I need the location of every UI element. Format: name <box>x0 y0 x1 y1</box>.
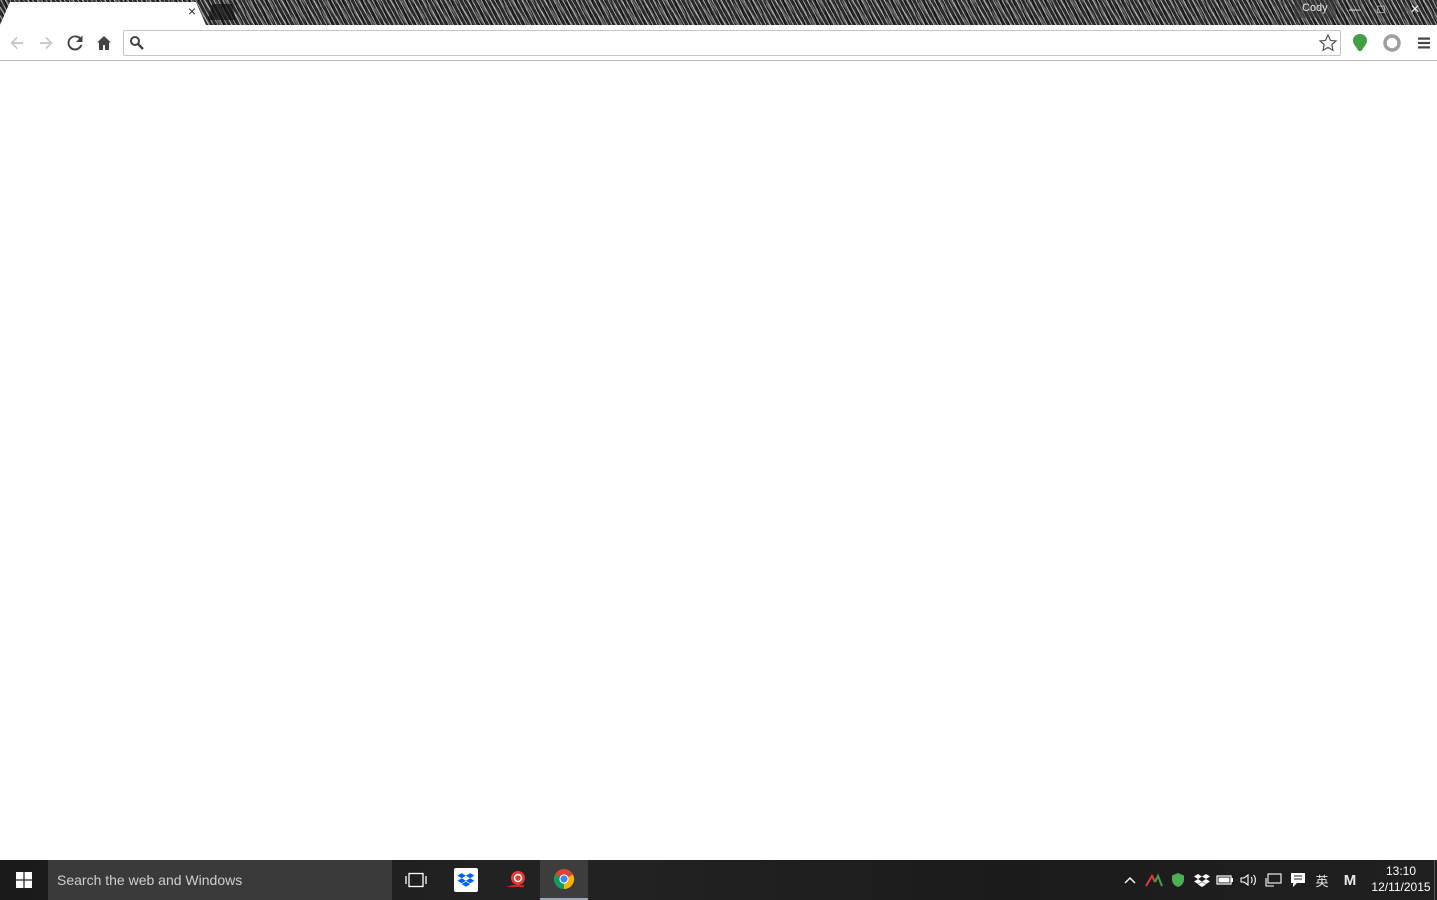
start-button[interactable] <box>0 860 48 900</box>
back-button[interactable] <box>5 31 29 55</box>
clock-time: 13:10 <box>1385 864 1417 878</box>
omnibox-input[interactable] <box>152 33 1312 53</box>
stock-chart-icon <box>1145 873 1163 887</box>
evernote-extension-icon <box>1353 34 1367 51</box>
close-window-button[interactable]: ✕ <box>1400 0 1430 18</box>
windows-taskbar: Search the web and Windows 英 M 13:10 12/… <box>0 860 1437 900</box>
action-center-button[interactable] <box>1288 870 1308 890</box>
forward-arrow-icon <box>40 36 53 50</box>
task-view-icon <box>405 872 427 888</box>
home-button[interactable] <box>92 31 116 55</box>
windows-logo-icon <box>16 872 32 888</box>
browser-titlebar: × Cody — □ ✕ <box>0 0 1437 25</box>
evernote-extension-button[interactable] <box>1348 31 1372 55</box>
browser-toolbar <box>0 25 1437 61</box>
input-method-button[interactable]: 英 <box>1312 870 1332 890</box>
tray-stock-app-button[interactable] <box>1144 870 1164 890</box>
chevron-up-icon <box>1124 877 1136 884</box>
tab-close-icon[interactable]: × <box>184 3 200 19</box>
reload-button[interactable] <box>63 31 87 55</box>
hamburger-menu-icon <box>1418 37 1430 49</box>
speaker-icon <box>1240 873 1256 887</box>
chrome-icon <box>553 869 575 890</box>
clock-date: 12/11/2015 <box>1371 880 1431 894</box>
snail-app-taskbar-button[interactable] <box>491 860 539 900</box>
green-shield-icon <box>1172 873 1184 887</box>
network-icon <box>1265 873 1282 887</box>
chrome-taskbar-button[interactable] <box>540 860 588 900</box>
bookmark-star-icon[interactable] <box>1318 33 1338 53</box>
blank-page-content <box>0 61 1437 860</box>
maximize-window-button[interactable]: □ <box>1368 0 1394 18</box>
taskbar-search-box[interactable]: Search the web and Windows <box>48 860 392 900</box>
taskbar-search-placeholder: Search the web and Windows <box>57 872 243 888</box>
gray-extension-button[interactable] <box>1380 31 1404 55</box>
minimize-window-button[interactable]: — <box>1342 0 1368 18</box>
back-arrow-icon <box>10 36 23 50</box>
gray-circle-extension-icon <box>1383 34 1401 52</box>
snail-app-icon <box>504 871 525 887</box>
browser-tab-active[interactable] <box>0 2 206 25</box>
show-hidden-icons-button[interactable] <box>1120 870 1140 890</box>
forward-button[interactable] <box>34 31 58 55</box>
dropbox-tray-icon <box>1194 874 1210 887</box>
reload-icon <box>67 35 83 51</box>
dropbox-taskbar-button[interactable] <box>442 860 490 900</box>
battery-icon <box>1216 875 1233 885</box>
profile-name-button[interactable]: Cody <box>1294 0 1336 18</box>
tray-volume-button[interactable] <box>1239 870 1259 890</box>
tray-m-app-button[interactable]: M <box>1340 870 1360 890</box>
tray-network-button[interactable] <box>1264 870 1284 890</box>
notification-icon <box>1291 873 1305 887</box>
chrome-menu-button[interactable] <box>1412 31 1436 55</box>
tray-battery-button[interactable] <box>1215 870 1235 890</box>
home-icon <box>97 36 111 50</box>
dropbox-icon <box>454 868 478 892</box>
tray-dropbox-button[interactable] <box>1192 870 1212 890</box>
task-view-button[interactable] <box>392 860 440 900</box>
search-icon <box>130 36 144 50</box>
taskbar-clock[interactable]: 13:10 12/11/2015 <box>1366 863 1436 895</box>
tray-shield-button[interactable] <box>1168 870 1188 890</box>
omnibox[interactable] <box>123 30 1341 56</box>
new-tab-button[interactable] <box>208 4 236 20</box>
